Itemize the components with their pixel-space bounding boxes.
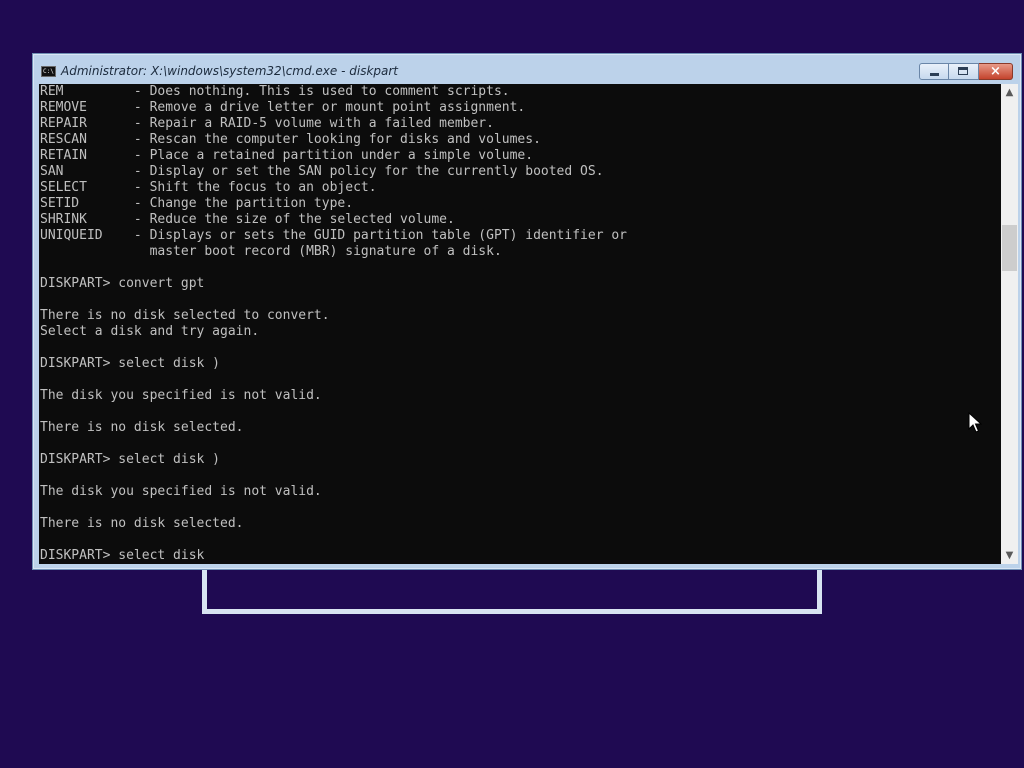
console-line: There is no disk selected. <box>40 516 244 531</box>
scroll-up-icon[interactable]: ▲ <box>1001 84 1018 101</box>
console-line: DISKPART> select disk ) <box>40 452 221 467</box>
console-line: UNIQUEID - Displays or sets the GUID par… <box>40 228 627 243</box>
console-line: SAN - Display or set the SAN policy for … <box>40 164 604 179</box>
maximize-icon <box>958 67 968 75</box>
title-bar[interactable]: C:\ Administrator: X:\windows\system32\c… <box>33 54 1021 84</box>
console-line: RETAIN - Place a retained partition unde… <box>40 148 534 163</box>
console-line: DISKPART> select disk <box>40 548 205 563</box>
console-line: REPAIR - Repair a RAID-5 volume with a f… <box>40 116 494 131</box>
scroll-thumb[interactable] <box>1002 225 1017 271</box>
console-line: DISKPART> convert gpt <box>40 276 205 291</box>
vertical-scrollbar[interactable]: ▲ ▼ <box>1001 84 1018 564</box>
console-line: REM - Does nothing. This is used to comm… <box>40 84 510 99</box>
console-line: SELECT - Shift the focus to an object. <box>40 180 377 195</box>
window-title: Administrator: X:\windows\system32\cmd.e… <box>61 64 399 78</box>
caption-buttons: × <box>919 63 1013 81</box>
console-line: REMOVE - Remove a drive letter or mount … <box>40 100 526 115</box>
scroll-down-icon[interactable]: ▼ <box>1001 547 1018 564</box>
minimize-icon <box>930 73 939 76</box>
cmd-window: C:\ Administrator: X:\windows\system32\c… <box>32 53 1022 570</box>
maximize-button[interactable] <box>949 63 979 80</box>
console-line: SETID - Change the partition type. <box>40 196 354 211</box>
console-line: SHRINK - Reduce the size of the selected… <box>40 212 455 227</box>
mouse-pointer-icon <box>968 412 982 433</box>
minimize-button[interactable] <box>919 63 949 80</box>
console-line: There is no disk selected to convert. <box>40 308 330 323</box>
cmd-app-icon[interactable]: C:\ <box>41 66 56 77</box>
close-button[interactable]: × <box>979 63 1013 80</box>
console-line: There is no disk selected. <box>40 420 244 435</box>
console-line: RESCAN - Rescan the computer looking for… <box>40 132 541 147</box>
console-line: DISKPART> select disk ) <box>40 356 221 371</box>
console-output[interactable]: REM - Does nothing. This is used to comm… <box>39 84 1001 564</box>
close-icon: × <box>990 64 1001 79</box>
console-line: master boot record (MBR) signature of a … <box>40 244 502 259</box>
console-text: REM - Does nothing. This is used to comm… <box>39 84 1001 564</box>
console-line: Select a disk and try again. <box>40 324 260 339</box>
console-line: The disk you specified is not valid. <box>40 484 322 499</box>
console-line: The disk you specified is not valid. <box>40 388 322 403</box>
